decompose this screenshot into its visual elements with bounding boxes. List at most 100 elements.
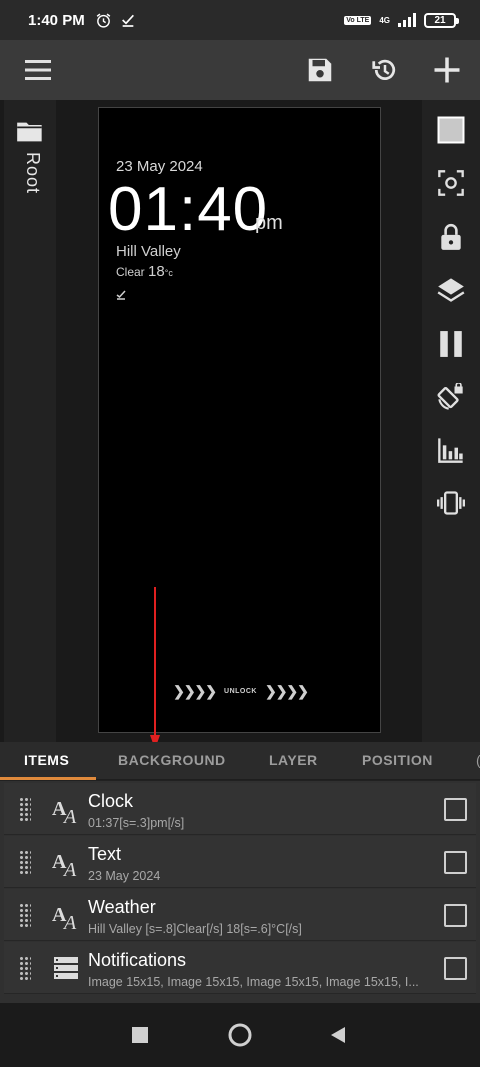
battery-level: 21 <box>434 14 446 26</box>
annotation-arrow <box>150 587 160 749</box>
tab-background[interactable]: BACKGROUND <box>118 752 226 768</box>
menu-icon <box>25 60 51 80</box>
text-icon: AA <box>52 851 77 878</box>
stats-button[interactable] <box>434 433 468 467</box>
folder-icon <box>17 122 42 142</box>
network-type: 4G <box>379 15 390 25</box>
list-item-clock[interactable]: AA Clock 01:37[s=.3]pm[/s] <box>4 783 476 835</box>
focus-icon <box>438 170 464 196</box>
item-checkbox[interactable] <box>444 851 467 874</box>
home-button[interactable] <box>226 1021 254 1049</box>
signal-icon <box>398 13 416 27</box>
text-icon: AA <box>52 798 77 825</box>
rotate-lock-icon <box>437 383 463 410</box>
item-subtitle: Image 15x15, Image 15x15, Image 15x15, I… <box>88 975 419 989</box>
history-icon <box>372 59 396 80</box>
editor-tabs: ITEMS BACKGROUND LAYER POSITION ( <box>0 742 480 780</box>
left-rail: Root <box>4 100 56 742</box>
plus-icon <box>434 57 460 83</box>
background-color-button[interactable] <box>434 113 468 147</box>
system-nav-bar <box>0 1003 480 1067</box>
recents-button[interactable] <box>126 1021 154 1049</box>
preview-date[interactable]: 23 May 2024 <box>116 158 203 175</box>
unlock-label: UNLOCK <box>224 688 257 695</box>
pause-icon <box>440 331 462 357</box>
layers-button[interactable] <box>434 273 468 307</box>
focus-button[interactable] <box>434 166 468 200</box>
right-rail <box>422 100 480 742</box>
chevrons-right-icon: ❯❯❯❯ <box>264 683 309 699</box>
vibrate-button[interactable] <box>434 486 468 520</box>
preview-weather[interactable]: Clear 18°c <box>116 263 173 280</box>
add-button[interactable] <box>427 50 467 90</box>
preview-weather-condition: Clear <box>116 265 145 279</box>
tab-items[interactable]: ITEMS <box>24 752 69 768</box>
preview-ampm: pm <box>255 212 283 234</box>
root-folder-button[interactable] <box>16 120 44 149</box>
root-label[interactable]: Root <box>22 152 43 194</box>
preview-weather-unit: °c <box>164 268 173 278</box>
item-subtitle: Hill Valley [s=.8]Clear[/s] 18[s=.6]°C[/… <box>88 922 302 936</box>
square-icon <box>437 116 465 144</box>
preview-unlock-slider[interactable]: ❯❯❯❯ UNLOCK ❯❯❯❯ <box>99 683 382 700</box>
back-button[interactable] <box>324 1021 352 1049</box>
item-title: Clock <box>88 791 134 811</box>
chart-icon <box>438 438 463 463</box>
chevrons-right-icon: ❯❯❯❯ <box>173 683 217 699</box>
status-right-icons: Vo LTE 4G 21 <box>344 12 459 28</box>
item-checkbox[interactable] <box>444 904 467 927</box>
svg-text:A: A <box>62 859 77 878</box>
recents-icon <box>132 1027 148 1043</box>
pause-button[interactable] <box>434 327 468 361</box>
drag-handle[interactable] <box>19 956 31 982</box>
save-icon <box>308 58 332 82</box>
drag-handle[interactable] <box>19 797 31 823</box>
svg-text:A: A <box>62 806 77 825</box>
app-toolbar <box>0 40 480 100</box>
download-done-icon <box>116 290 126 300</box>
item-title: Notifications <box>88 950 187 970</box>
svg-text:A: A <box>62 912 77 931</box>
alarm-icon <box>96 13 111 28</box>
item-checkbox[interactable] <box>444 957 467 980</box>
item-subtitle: 23 May 2024 <box>88 869 161 883</box>
history-button[interactable] <box>365 50 405 90</box>
download-done-icon <box>121 14 134 27</box>
lockscreen-preview[interactable]: 23 May 2024 01:40 pm Hill Valley Clear 1… <box>98 107 381 733</box>
battery-icon: 21 <box>424 12 459 28</box>
text-icon: AA <box>52 904 77 931</box>
preview-notifications[interactable] <box>115 287 127 305</box>
layers-icon <box>437 278 465 302</box>
tab-active-indicator <box>0 777 96 780</box>
status-bar: 1:40 PM Vo LTE 4G 21 <box>0 0 480 40</box>
drag-handle[interactable] <box>19 903 31 929</box>
status-left-icons <box>95 12 136 29</box>
rotate-lock-button[interactable] <box>434 380 468 414</box>
list-item-text[interactable]: AA Text 23 May 2024 <box>4 836 476 888</box>
preview-city[interactable]: Hill Valley <box>116 243 181 260</box>
tab-overflow-edge: ( <box>476 752 480 768</box>
preview-clock[interactable]: 01:40 <box>108 174 268 245</box>
tab-layer[interactable]: LAYER <box>269 752 318 768</box>
item-title: Weather <box>88 897 156 917</box>
drag-handle[interactable] <box>19 850 31 876</box>
tab-position[interactable]: POSITION <box>362 752 433 768</box>
list-item-weather[interactable]: AA Weather Hill Valley [s=.8]Clear[/s] 1… <box>4 889 476 941</box>
item-checkbox[interactable] <box>444 798 467 821</box>
preview-weather-temp: 18 <box>148 263 165 280</box>
items-list: AA Clock 01:37[s=.3]pm[/s] AA Text 23 Ma… <box>0 781 480 1003</box>
item-subtitle: 01:37[s=.3]pm[/s] <box>88 816 185 830</box>
status-time: 1:40 PM <box>28 11 85 29</box>
save-button[interactable] <box>300 50 340 90</box>
editor-area: Root 23 May 2024 01:40 pm Hill Valley Cl… <box>0 100 480 749</box>
list-icon <box>54 957 78 979</box>
volte-badge: Vo LTE <box>344 15 372 25</box>
lock-icon <box>441 223 461 250</box>
vibrate-icon <box>437 491 465 515</box>
item-title: Text <box>88 844 122 864</box>
list-item-notifications[interactable]: Notifications Image 15x15, Image 15x15, … <box>4 942 476 994</box>
home-icon <box>228 1023 252 1047</box>
menu-button[interactable] <box>18 50 58 90</box>
lock-button[interactable] <box>434 220 468 254</box>
back-icon <box>331 1027 345 1043</box>
